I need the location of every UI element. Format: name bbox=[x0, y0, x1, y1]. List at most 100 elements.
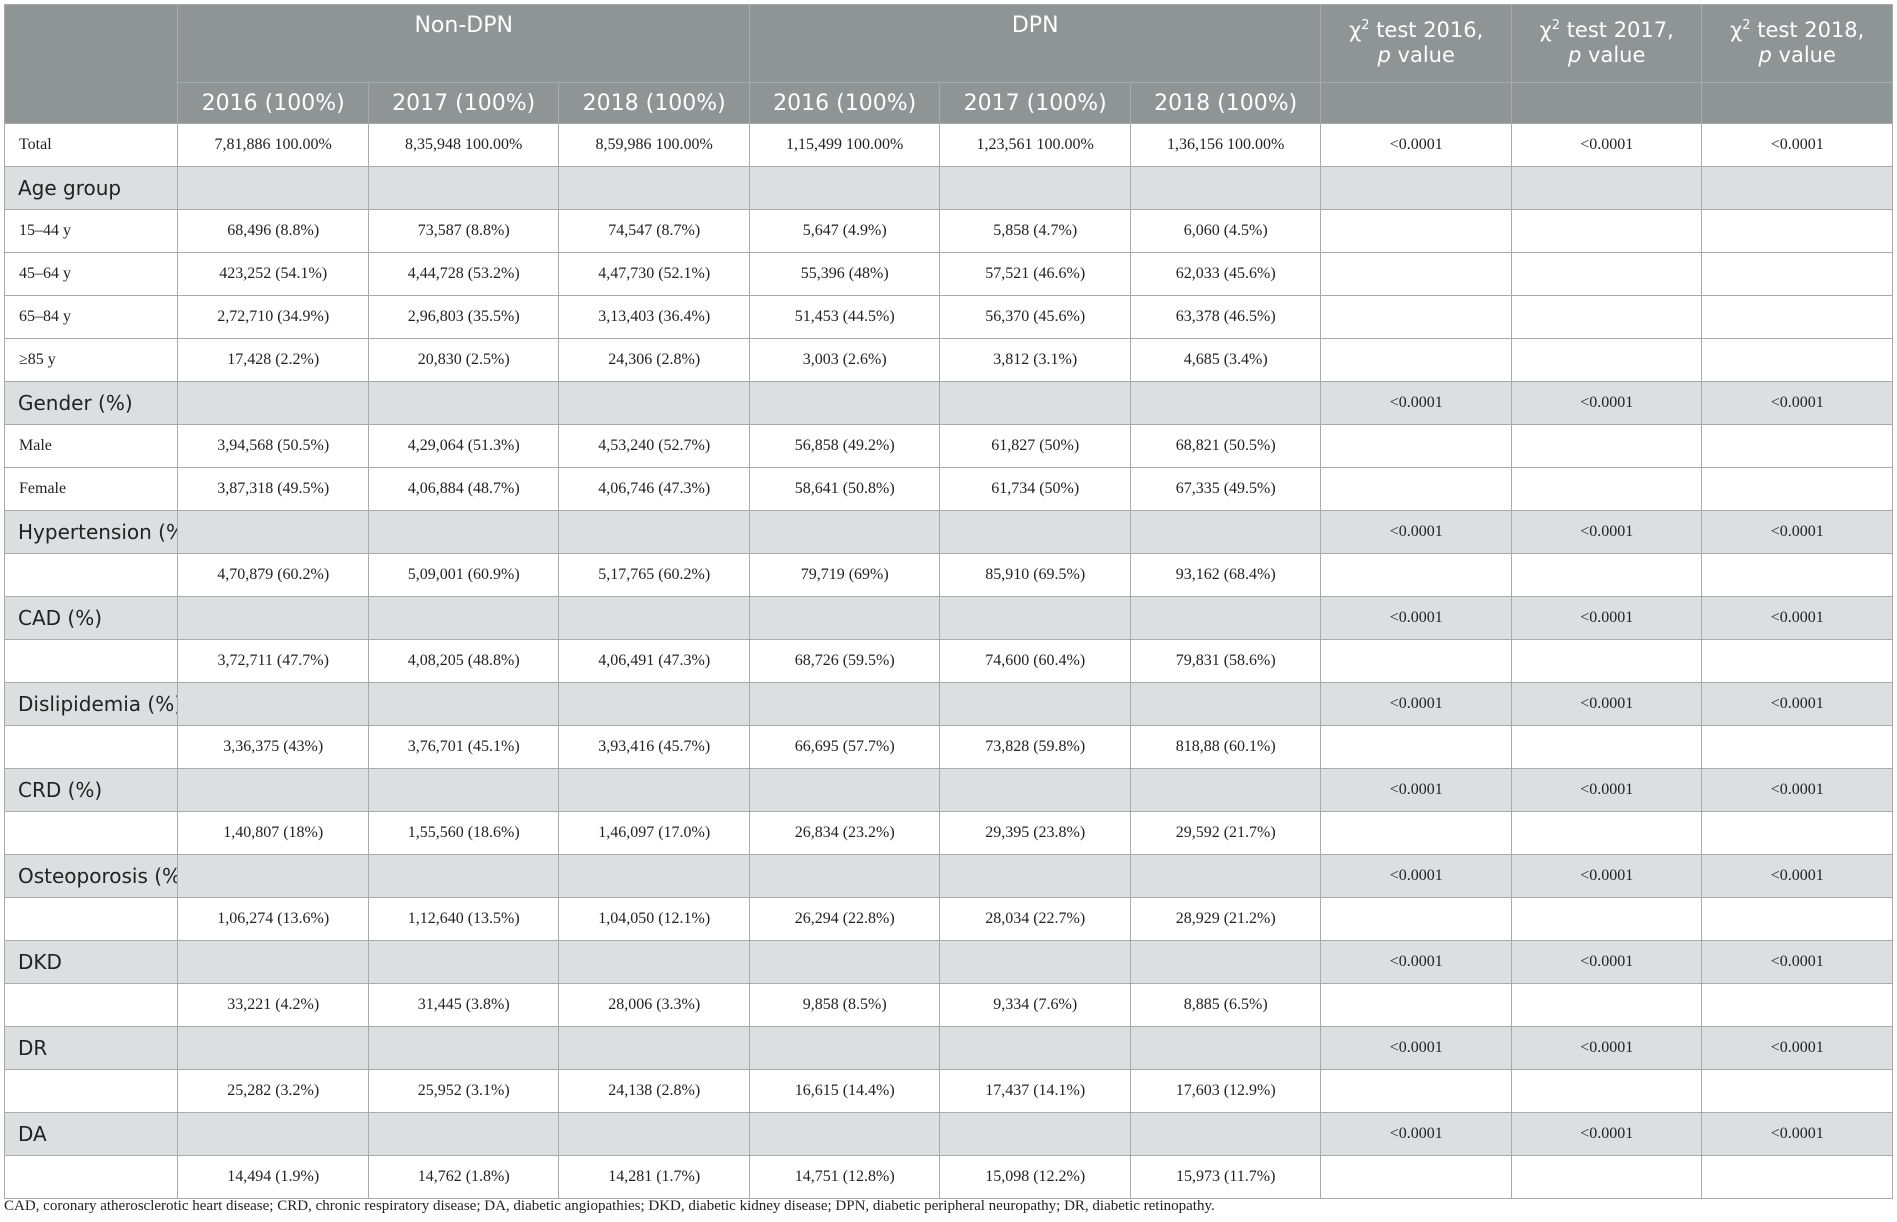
pvalue-cell: <0.0001 bbox=[1510, 768, 1703, 812]
section-row: CAD (%) <0.0001 <0.0001 <0.0001 bbox=[3, 596, 1893, 640]
table-row: 1,40,807 (18%) 1,55,560 (18.6%) 1,46,097 (… bbox=[3, 811, 1893, 855]
table-cell: 79,719 (69%) bbox=[748, 553, 941, 597]
pvalue-cell: <0.0001 bbox=[1701, 123, 1893, 167]
table-row: 14,494 (1.9%) 14,762 (1.8%) 14,281 (1.7%) 1… bbox=[3, 1155, 1893, 1199]
table-cell bbox=[939, 854, 1131, 898]
table-cell bbox=[177, 1026, 369, 1070]
row-label: DA bbox=[3, 1112, 179, 1156]
header-group-non-dpn: Non-DPN bbox=[177, 4, 750, 83]
pvalue-cell bbox=[1510, 983, 1703, 1027]
table-cell bbox=[177, 381, 369, 425]
header-group-dpn: DPN bbox=[748, 4, 1322, 83]
table-cell: 17,428 (2.2%) bbox=[177, 338, 369, 382]
pvalue-cell bbox=[1510, 209, 1703, 253]
table-cell: 14,494 (1.9%) bbox=[177, 1155, 369, 1199]
table-cell: 93,162 (68.4%) bbox=[1129, 553, 1322, 597]
table-cell bbox=[748, 1026, 941, 1070]
header-year: 2017 (100%) bbox=[939, 82, 1131, 124]
pvalue-cell bbox=[1701, 811, 1893, 855]
table-cell: 17,437 (14.1%) bbox=[939, 1069, 1131, 1113]
table-cell: 57,521 (46.6%) bbox=[939, 252, 1131, 296]
table-cell: 26,834 (23.2%) bbox=[748, 811, 941, 855]
table-cell: 4,47,730 (52.1%) bbox=[558, 252, 750, 296]
table-row: ≥85 y 17,428 (2.2%) 20,830 (2.5%) 24,306 (2… bbox=[3, 338, 1893, 382]
table-cell: 51,453 (44.5%) bbox=[748, 295, 941, 339]
table-cell bbox=[558, 768, 750, 812]
table-cell bbox=[1129, 1026, 1322, 1070]
pvalue-cell bbox=[1510, 252, 1703, 296]
table-cell: 61,734 (50%) bbox=[939, 467, 1131, 511]
table-cell bbox=[1129, 510, 1322, 554]
table-cell: 85,910 (69.5%) bbox=[939, 553, 1131, 597]
pvalue-cell bbox=[1320, 725, 1512, 769]
header-year: 2016 (100%) bbox=[748, 82, 941, 124]
pvalue-cell bbox=[1510, 811, 1703, 855]
row-label bbox=[3, 897, 179, 941]
table-cell bbox=[748, 596, 941, 640]
table-cell: 1,36,156 100.00% bbox=[1129, 123, 1322, 167]
table-cell: 14,751 (12.8%) bbox=[748, 1155, 941, 1199]
table-cell: 24,138 (2.8%) bbox=[558, 1069, 750, 1113]
row-label bbox=[3, 983, 179, 1027]
pvalue-cell: <0.0001 bbox=[1701, 596, 1893, 640]
table-cell bbox=[748, 381, 941, 425]
pvalue-cell: <0.0001 bbox=[1320, 682, 1512, 726]
row-label: DR bbox=[3, 1026, 179, 1070]
pvalue-cell: <0.0001 bbox=[1701, 1026, 1893, 1070]
table-cell: 20,830 (2.5%) bbox=[367, 338, 560, 382]
table-cell: 29,592 (21.7%) bbox=[1129, 811, 1322, 855]
pvalue-cell: <0.0001 bbox=[1510, 682, 1703, 726]
table-cell bbox=[558, 381, 750, 425]
table-cell bbox=[367, 768, 560, 812]
table-cell: 14,762 (1.8%) bbox=[367, 1155, 560, 1199]
table-cell bbox=[558, 682, 750, 726]
table-cell: 4,06,884 (48.7%) bbox=[367, 467, 560, 511]
pvalue-cell bbox=[1701, 983, 1893, 1027]
section-row: Osteoporosis (%) <0.0001 <0.0001 <0.0001 bbox=[3, 854, 1893, 898]
table-cell: 55,396 (48%) bbox=[748, 252, 941, 296]
pvalue-cell: <0.0001 bbox=[1510, 596, 1703, 640]
pvalue-cell bbox=[1701, 166, 1893, 210]
table-cell bbox=[367, 166, 560, 210]
pvalue-cell: <0.0001 bbox=[1320, 381, 1512, 425]
table-cell bbox=[177, 768, 369, 812]
pvalue-cell bbox=[1320, 295, 1512, 339]
pvalue-cell: <0.0001 bbox=[1320, 510, 1512, 554]
value-word: value bbox=[1778, 43, 1836, 67]
chi-sup: 2 bbox=[1361, 18, 1370, 33]
table-cell: 79,831 (58.6%) bbox=[1129, 639, 1322, 683]
table-cell bbox=[1129, 682, 1322, 726]
row-label bbox=[3, 725, 179, 769]
value-word: value bbox=[1588, 43, 1646, 67]
pvalue-cell bbox=[1510, 639, 1703, 683]
pvalue-cell bbox=[1701, 295, 1893, 339]
row-label bbox=[3, 1155, 179, 1199]
pvalue-cell bbox=[1510, 553, 1703, 597]
table-cell bbox=[748, 166, 941, 210]
section-row: Dislipidemia (%) <0.0001 <0.0001 <0.0001 bbox=[3, 682, 1893, 726]
table-cell bbox=[177, 596, 369, 640]
table-cell: 3,87,318 (49.5%) bbox=[177, 467, 369, 511]
pvalue-cell: <0.0001 bbox=[1320, 768, 1512, 812]
header-year: 2018 (100%) bbox=[558, 82, 750, 124]
table-cell bbox=[939, 510, 1131, 554]
table-cell bbox=[177, 682, 369, 726]
table-cell bbox=[177, 854, 369, 898]
table-cell: 3,76,701 (45.1%) bbox=[367, 725, 560, 769]
pvalue-cell bbox=[1701, 338, 1893, 382]
pvalue-cell bbox=[1510, 338, 1703, 382]
row-label: Dislipidemia (%) bbox=[3, 682, 179, 726]
header-year: 2017 (100%) bbox=[367, 82, 560, 124]
table-cell: 17,603 (12.9%) bbox=[1129, 1069, 1322, 1113]
header-year: 2018 (100%) bbox=[1129, 82, 1322, 124]
pvalue-cell: <0.0001 bbox=[1701, 682, 1893, 726]
header-pvalue-2017: χ2 test 2017, p value bbox=[1510, 4, 1703, 83]
table-cell: 2,96,803 (35.5%) bbox=[367, 295, 560, 339]
table-cell bbox=[558, 940, 750, 984]
table-cell: 4,08,205 (48.8%) bbox=[367, 639, 560, 683]
table-cell bbox=[939, 1026, 1131, 1070]
pvalue-cell bbox=[1320, 983, 1512, 1027]
table-row: 4,70,879 (60.2%) 5,09,001 (60.9%) 5,17,765… bbox=[3, 553, 1893, 597]
table-cell bbox=[1129, 166, 1322, 210]
data-table: Non-DPN DPN χ2 test 2016, p value χ2 tes… bbox=[3, 4, 1893, 1199]
